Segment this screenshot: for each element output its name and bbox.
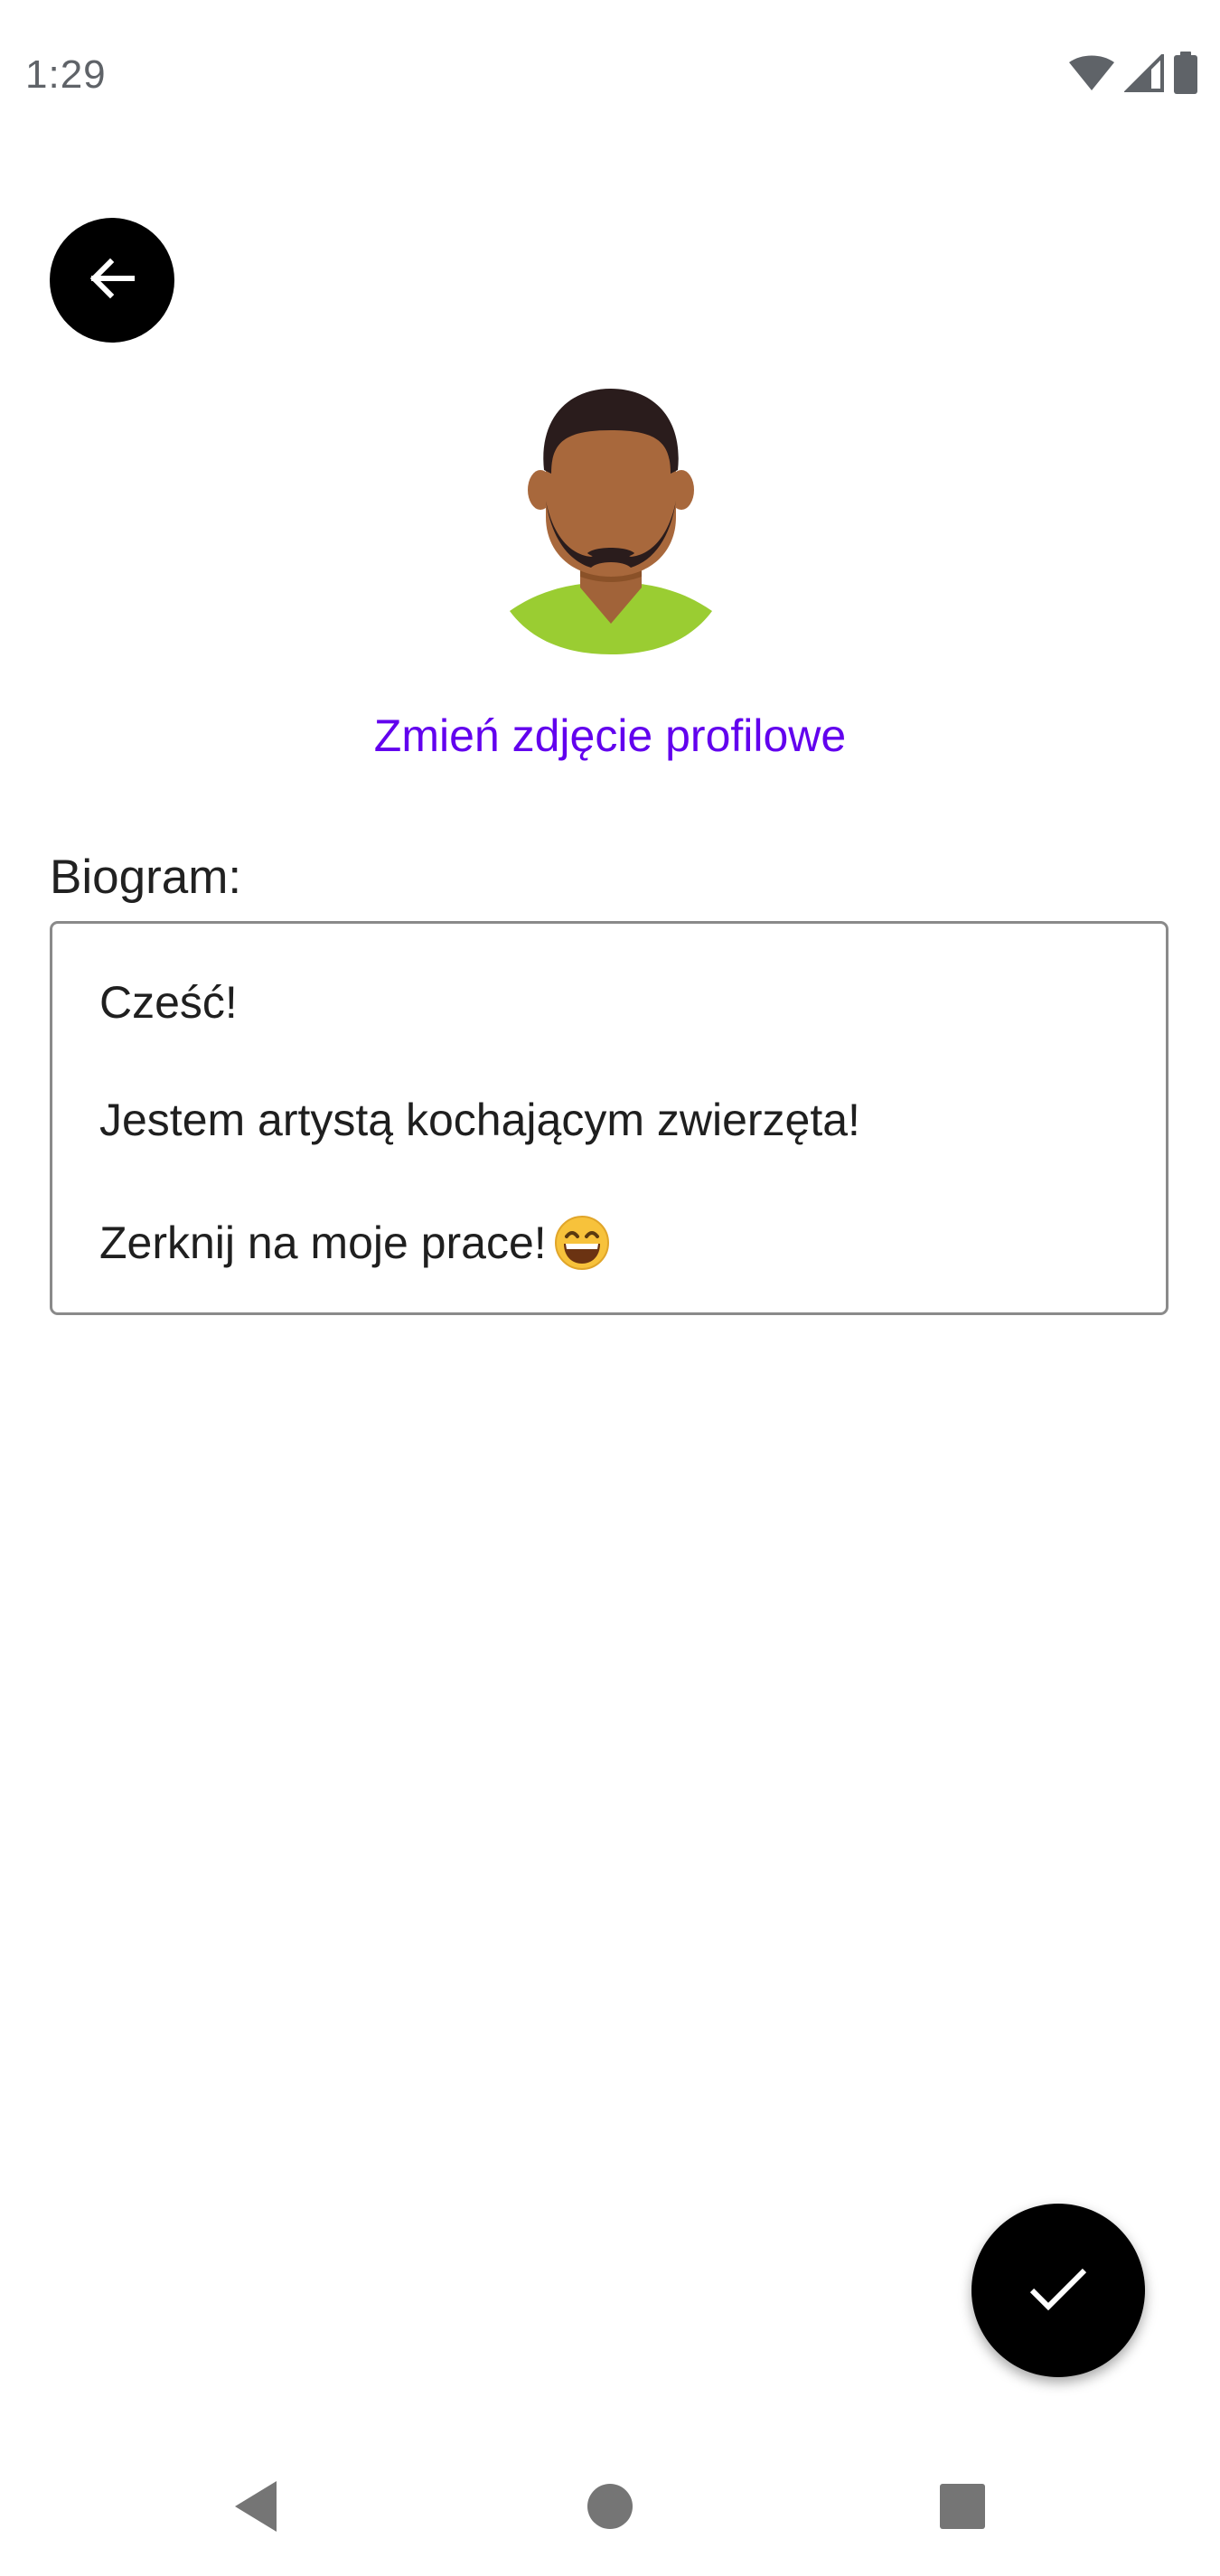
arrow-left-icon [85, 251, 139, 310]
back-button[interactable] [50, 218, 174, 343]
bio-text-field[interactable]: Cześć! Jestem artystą kochającym zwierzę… [50, 921, 1168, 1315]
check-icon [1027, 2263, 1090, 2318]
bio-line-greeting: Cześć! [99, 977, 238, 1028]
change-profile-photo-link[interactable]: Zmień zdjęcie profilowe [0, 710, 1220, 762]
nav-home-icon [586, 2482, 634, 2535]
grinning-face-emoji [554, 1215, 610, 1271]
nav-home-button[interactable] [578, 2477, 642, 2540]
system-navigation-bar [0, 2440, 1220, 2576]
bio-label: Biogram: [50, 851, 242, 904]
edit-profile-screen: 1:29 Zmień zdjęcie profilowe Biogram: Cz… [0, 0, 1220, 2576]
battery-icon [1173, 51, 1198, 99]
avatar[interactable] [504, 383, 718, 658]
status-time: 1:29 [25, 52, 107, 97]
status-icons [1068, 51, 1198, 99]
bio-line-description: Jestem artystą kochającym zwierzęta! [99, 1095, 860, 1145]
nav-back-button[interactable] [224, 2477, 287, 2540]
nav-back-icon [231, 2479, 280, 2538]
bio-line-invite: Zerknij na moje prace! [99, 1215, 1119, 1270]
cellular-signal-icon [1123, 51, 1164, 97]
confirm-button[interactable] [971, 2204, 1145, 2377]
nav-recents-button[interactable] [931, 2477, 994, 2540]
status-bar: 1:29 [0, 0, 1220, 154]
bio-line-invite-text: Zerknij na moje prace! [99, 1217, 547, 1268]
wifi-icon [1068, 55, 1115, 96]
nav-recents-icon [939, 2483, 986, 2534]
